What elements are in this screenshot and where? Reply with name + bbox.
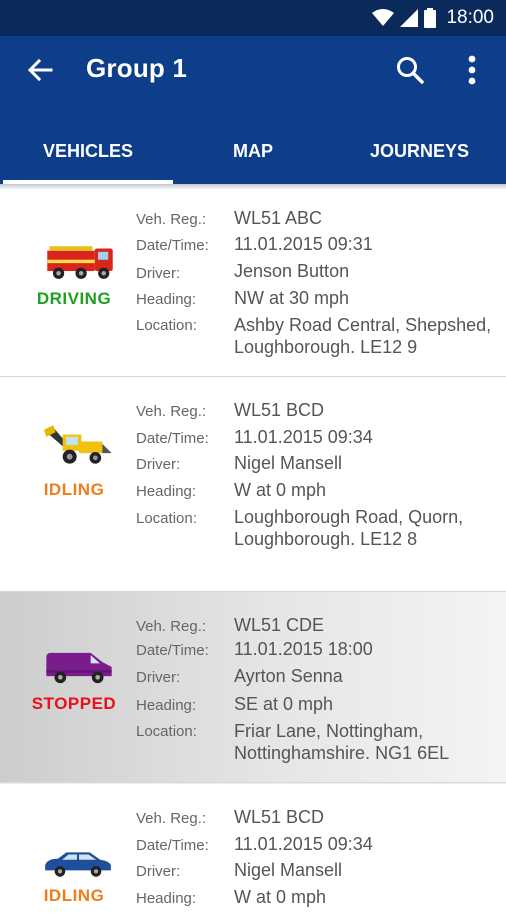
- more-vert-icon: [468, 55, 476, 85]
- location-line-1: Friar Lane, Nottingham,: [234, 721, 424, 741]
- reg-label: Veh. Reg.:: [136, 810, 207, 827]
- van-icon: [46, 652, 112, 684]
- heading-label: Heading:: [136, 697, 197, 714]
- heading-label: Heading:: [136, 483, 197, 500]
- tab-journeys[interactable]: JOURNEYS: [333, 118, 506, 184]
- reg-value: WL51 BCD: [234, 400, 325, 420]
- driver-label: Driver:: [136, 669, 181, 686]
- reg-value: WL51 BCD: [234, 807, 325, 827]
- reg-value: WL51 ABC: [234, 208, 323, 228]
- heading-label: Heading:: [136, 890, 197, 907]
- arrow-back-icon: [27, 58, 53, 82]
- tab-label: VEHICLES: [42, 140, 134, 161]
- battery-icon: [424, 8, 437, 28]
- appbar-shadow: [0, 184, 506, 190]
- vehicle-card[interactable]: IDLING Veh. Reg.: WL51 BCD Date/Time: 11…: [0, 377, 506, 592]
- location-label: Location:: [136, 510, 197, 527]
- location-label: Location:: [136, 723, 197, 740]
- location-line-1: Ashby Road Central, Shepshed,: [234, 315, 492, 335]
- vehicle-card-selected[interactable]: STOPPED Veh. Reg.: WL51 CDE Date/Time: 1…: [0, 592, 506, 783]
- reg-value: WL51 CDE: [234, 615, 325, 635]
- location-line-2: Nottinghamshire. NG1 6EL: [234, 743, 450, 763]
- driver-label: Driver:: [136, 863, 181, 880]
- status-badge: IDLING: [43, 886, 105, 905]
- datetime-value: 11.01.2015 09:34: [234, 834, 373, 854]
- tab-vehicles[interactable]: VEHICLES: [3, 118, 173, 184]
- status-bar: 18:00: [0, 0, 506, 36]
- signal-icon: [400, 9, 419, 27]
- location-line-2: Loughborough. LE12 8: [234, 529, 418, 549]
- overflow-menu-button[interactable]: [452, 50, 492, 90]
- datetime-label: Date/Time:: [136, 642, 209, 659]
- status-badge: IDLING: [43, 480, 105, 499]
- reg-label: Veh. Reg.:: [136, 211, 207, 228]
- status-icons: 18:00: [372, 5, 494, 31]
- location-label: Location:: [136, 317, 197, 334]
- reg-label: Veh. Reg.:: [136, 618, 207, 635]
- tab-label: MAP: [233, 140, 273, 161]
- search-button[interactable]: [388, 50, 432, 90]
- digger-icon: [44, 425, 112, 464]
- page-title: Group 1: [86, 53, 188, 83]
- heading-label: Heading:: [136, 291, 197, 308]
- app-bar: Group 1 VEHICLES MAP JOURNEYS: [0, 36, 506, 184]
- driver-value: Nigel Mansell: [234, 860, 343, 880]
- heading-value: W at 0 mph: [234, 887, 327, 907]
- clock: 18:00: [446, 7, 494, 28]
- car-icon: [45, 852, 111, 877]
- fire-engine-icon: [47, 246, 113, 279]
- datetime-label: Date/Time:: [136, 430, 209, 447]
- location-line-2: Loughborough. LE12 9: [234, 337, 418, 357]
- location-line-1: Loughborough Road, Quorn,: [234, 507, 464, 527]
- driver-label: Driver:: [136, 265, 181, 282]
- datetime-value: 11.01.2015 09:31: [234, 234, 373, 254]
- tab-map[interactable]: MAP: [173, 118, 333, 184]
- back-button[interactable]: [18, 50, 62, 90]
- vehicle-card[interactable]: DRIVING Veh. Reg.: WL51 ABC Date/Time: 1…: [0, 184, 506, 377]
- heading-value: W at 0 mph: [234, 480, 327, 500]
- status-badge: STOPPED: [31, 694, 117, 713]
- driver-value: Ayrton Senna: [234, 666, 343, 686]
- search-icon: [397, 57, 424, 84]
- vehicle-card[interactable]: IDLING Veh. Reg.: WL51 BCD Date/Time: 11…: [0, 784, 506, 924]
- reg-label: Veh. Reg.:: [136, 403, 207, 420]
- datetime-label: Date/Time:: [136, 837, 209, 854]
- datetime-label: Date/Time:: [136, 237, 209, 254]
- datetime-value: 11.01.2015 09:34: [234, 427, 373, 447]
- wifi-icon: [372, 9, 395, 26]
- driver-value: Jenson Button: [234, 261, 350, 281]
- tab-label: JOURNEYS: [369, 140, 470, 161]
- driver-label: Driver:: [136, 456, 181, 473]
- driver-value: Nigel Mansell: [234, 453, 343, 473]
- heading-value: NW at 30 mph: [234, 288, 350, 308]
- tab-bar: VEHICLES MAP JOURNEYS: [0, 118, 506, 184]
- status-badge: DRIVING: [36, 289, 112, 308]
- datetime-value: 11.01.2015 18:00: [234, 639, 373, 659]
- heading-value: SE at 0 mph: [234, 694, 334, 714]
